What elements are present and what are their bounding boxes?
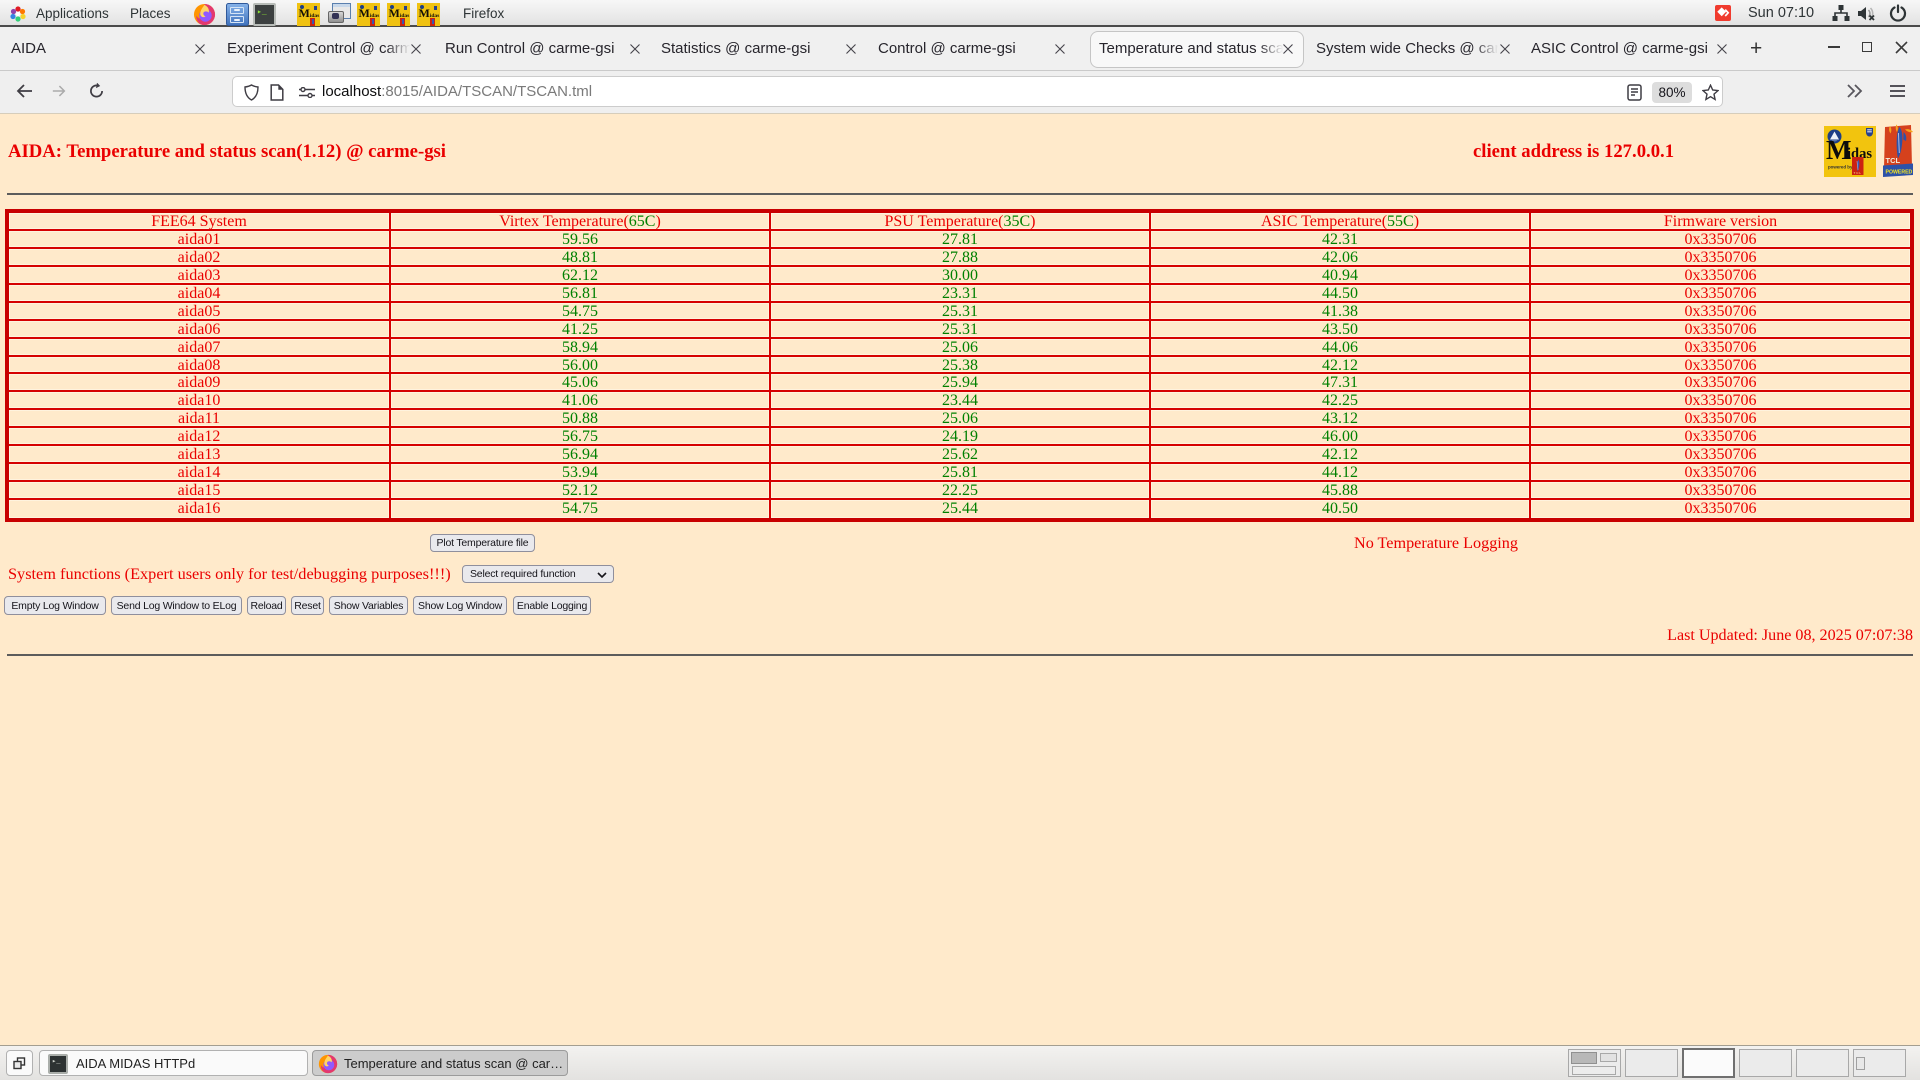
svg-text:powered by: powered by: [1828, 165, 1853, 170]
svg-text:TCL: TCL: [1886, 156, 1901, 165]
svg-text:POWERED: POWERED: [1886, 170, 1913, 176]
svg-text:T C L: T C L: [1854, 171, 1862, 175]
